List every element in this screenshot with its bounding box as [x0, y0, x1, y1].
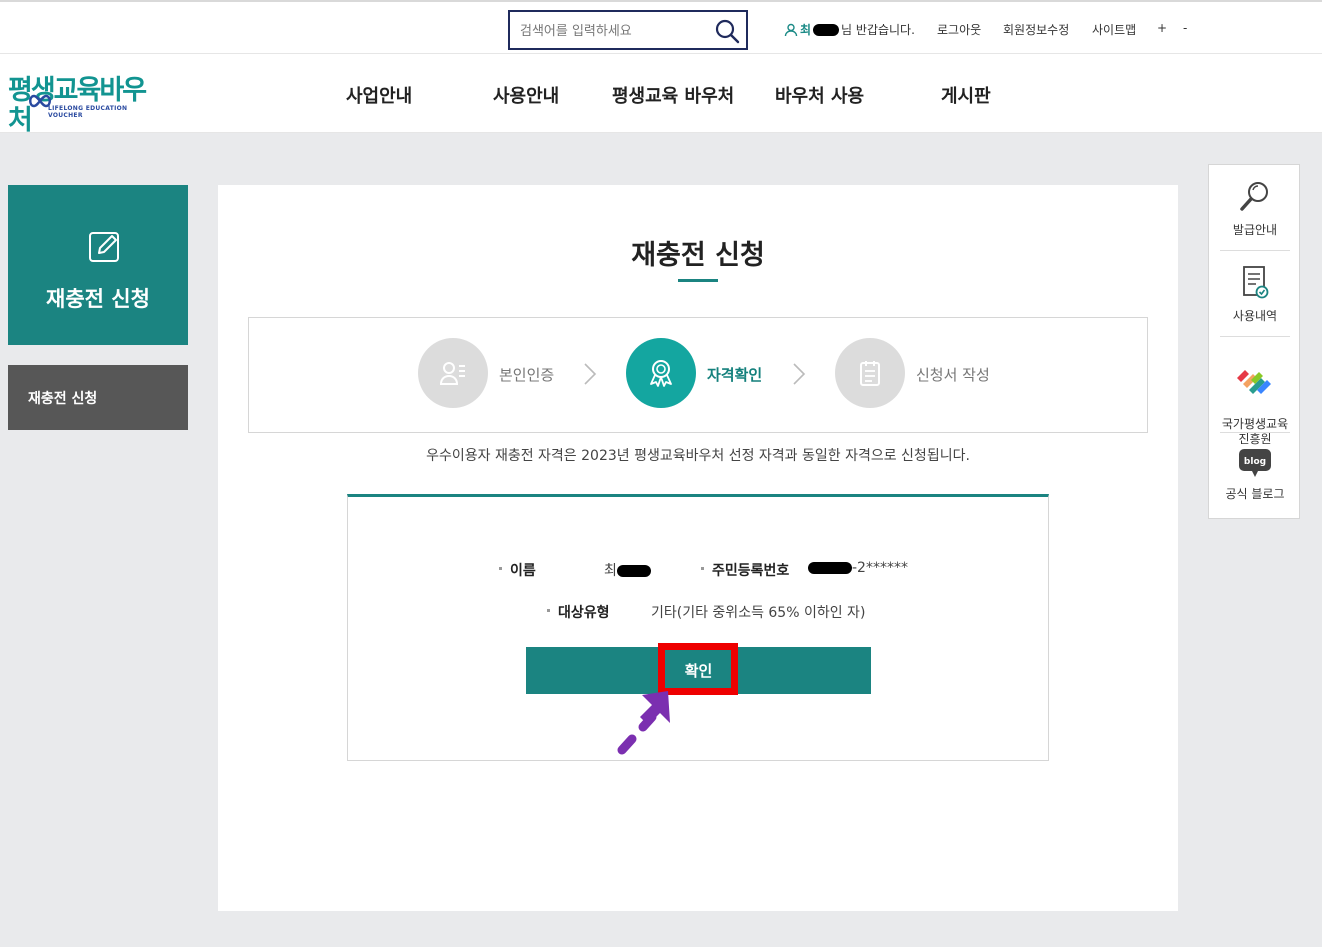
bullet — [701, 566, 704, 570]
nav-voucher[interactable]: 평생교육 바우처 — [612, 82, 734, 108]
person-list-icon — [439, 362, 465, 385]
main-header: 평생교육바우처 LIFELONG EDUCATION VOUCHER 사업안내 … — [0, 54, 1322, 136]
divider — [1220, 336, 1290, 337]
name-value-wrap: 최 — [604, 560, 653, 580]
redaction-mark — [808, 562, 852, 574]
rrn-value-wrap: -2****** — [808, 560, 908, 576]
sidebar-title: 재충전 신청 — [46, 287, 150, 311]
main-panel: 재충전 신청 본인인증 자격확인 신청서 작성 우수이용자 재충전 자격은 20… — [218, 185, 1178, 911]
top-utility-bar: 최 님 반갑습니다. 로그아웃 회원정보수정 사이트맵 + - — [0, 0, 1322, 54]
rrn-label: 주민등록번호 — [712, 563, 790, 579]
divider — [1220, 250, 1290, 251]
page-title: 재충전 신청 — [631, 240, 765, 271]
type-label: 대상유형 — [558, 605, 610, 621]
sidebar-item-recharge[interactable]: 재충전 신청 — [8, 365, 188, 430]
nav-usage-info[interactable]: 사용안내 — [493, 82, 559, 108]
step-3-label: 신청서 작성 — [916, 366, 990, 384]
name-row: 이름 — [499, 560, 536, 580]
edit-profile-link[interactable]: 회원정보수정 — [1003, 21, 1069, 38]
nav-business-info[interactable]: 사업안내 — [346, 82, 412, 108]
logo-subtext: LIFELONG EDUCATION VOUCHER — [48, 105, 128, 119]
eligibility-card: 이름 최 주민등록번호 -2****** 대상유형 기타(기타 중위소득 65%… — [347, 494, 1049, 761]
redaction-mark — [616, 565, 651, 577]
type-value-wrap: 기타(기타 중위소득 65% 이하인 자) — [651, 602, 865, 622]
quick-blog-label: 공식 블로그 — [1225, 487, 1285, 501]
user-greeting: 최 님 반갑습니다. — [784, 21, 915, 38]
name-value: 최 — [604, 563, 617, 579]
search-input[interactable] — [520, 20, 710, 42]
step-1-label: 본인인증 — [499, 366, 555, 384]
svg-text:blog: blog — [1244, 457, 1266, 467]
nav-board[interactable]: 게시판 — [941, 82, 991, 108]
logout-link[interactable]: 로그아웃 — [937, 21, 981, 38]
progress-steps: 본인인증 자격확인 신청서 작성 — [248, 317, 1148, 433]
redaction-mark — [813, 23, 840, 36]
nile-logo-icon — [1237, 370, 1271, 394]
type-row: 대상유형 — [547, 602, 610, 622]
edit-icon — [89, 232, 119, 262]
search-box — [508, 10, 748, 50]
quick-menu: 발급안내 사용내역 국가평생교육 진흥원 blog 공식 블로그 — [1208, 164, 1300, 519]
quick-issue-guide[interactable]: 발급안내 — [1209, 179, 1301, 238]
site-logo[interactable]: 평생교육바우처 LIFELONG EDUCATION VOUCHER — [8, 76, 148, 136]
divider — [1220, 432, 1290, 433]
pointer-arrow-icon — [617, 691, 670, 755]
rrn-value: -2****** — [852, 560, 908, 576]
zoom-out-button[interactable]: - — [1183, 21, 1187, 35]
nav-voucher-use[interactable]: 바우처 사용 — [775, 82, 864, 108]
quick-usage-history-label: 사용내역 — [1232, 309, 1278, 323]
type-value: 기타(기타 중위소득 65% 이하인 자) — [651, 605, 866, 621]
zoom-in-button[interactable]: + — [1157, 21, 1167, 35]
magnifier-icon — [1240, 182, 1268, 211]
chevron-right-icon — [584, 363, 597, 385]
quick-blog[interactable]: blog 공식 블로그 — [1209, 447, 1301, 502]
award-icon — [650, 360, 672, 387]
eligibility-notice: 우수이용자 재충전 자격은 2023년 평생교육바우처 선정 자격과 동일한 자… — [426, 448, 970, 464]
step-1-circle — [418, 338, 488, 408]
confirm-button[interactable]: 확인 — [526, 647, 871, 694]
step-3-circle — [835, 338, 905, 408]
document-check-icon — [1243, 266, 1269, 299]
quick-usage-history[interactable]: 사용내역 — [1209, 265, 1301, 324]
rrn-row: 주민등록번호 — [701, 560, 789, 580]
user-icon — [784, 23, 798, 36]
sitemap-link[interactable]: 사이트맵 — [1092, 21, 1136, 38]
blog-icon: blog — [1239, 449, 1271, 477]
name-label: 이름 — [510, 563, 536, 579]
clipboard-icon — [860, 361, 880, 386]
sidebar-title-box: 재충전 신청 — [8, 185, 188, 345]
search-icon[interactable] — [714, 18, 740, 44]
step-2-label: 자격확인 — [707, 366, 763, 384]
chevron-right-icon — [793, 363, 806, 385]
bullet — [547, 608, 550, 612]
bullet — [499, 566, 502, 570]
user-name: 최 — [800, 23, 812, 37]
quick-issue-guide-label: 발급안내 — [1232, 223, 1278, 237]
greeting-text: 님 반갑습니다. — [841, 23, 915, 37]
confirm-label: 확인 — [684, 662, 713, 680]
title-underline — [678, 279, 718, 282]
step-2-circle — [626, 338, 696, 408]
